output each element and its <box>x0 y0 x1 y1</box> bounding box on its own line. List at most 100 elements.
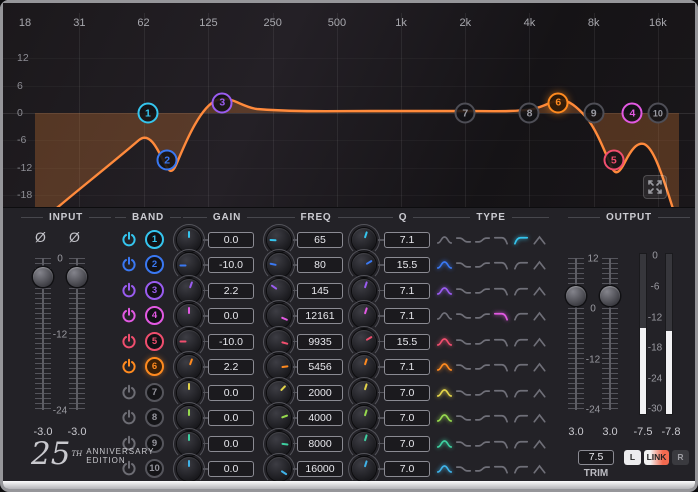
type-low-cut-icon[interactable] <box>513 361 529 373</box>
gain-knob[interactable] <box>173 274 210 307</box>
type-low-cut-icon[interactable] <box>513 259 529 271</box>
band-number-chip[interactable]: 1 <box>145 230 164 249</box>
gain-knob[interactable] <box>173 402 210 435</box>
type-low-cut-icon[interactable] <box>513 310 529 322</box>
type-high-cut-icon[interactable] <box>493 234 509 246</box>
type-notch-icon[interactable] <box>532 336 547 348</box>
type-notch-icon[interactable] <box>532 310 547 322</box>
band-number-chip[interactable]: 2 <box>145 255 164 275</box>
eq-band-handle[interactable]: 1 <box>137 102 159 124</box>
type-low-cut-icon[interactable] <box>513 336 529 348</box>
freq-value[interactable]: 80 <box>297 257 343 274</box>
type-shelf-down-icon[interactable] <box>455 361 472 373</box>
channel-link-button[interactable]: LINK <box>644 450 669 465</box>
type-shelf-down-icon[interactable] <box>455 387 472 399</box>
type-bell-icon[interactable] <box>436 412 453 424</box>
type-shelf-up-icon[interactable] <box>474 310 491 322</box>
type-notch-icon[interactable] <box>532 438 547 450</box>
type-high-cut-icon[interactable] <box>493 361 509 373</box>
freq-value[interactable]: 65 <box>297 232 343 248</box>
band-power-button[interactable] <box>120 256 138 274</box>
q-knob[interactable] <box>348 274 385 307</box>
type-high-cut-icon[interactable] <box>493 463 509 475</box>
type-shelf-down-icon[interactable] <box>455 310 472 322</box>
gain-knob[interactable] <box>173 224 210 256</box>
type-low-cut-icon[interactable] <box>513 285 529 297</box>
q-value[interactable]: 7.1 <box>384 308 430 325</box>
channel-right-button[interactable]: R <box>672 450 689 465</box>
q-knob[interactable] <box>348 249 385 282</box>
type-high-cut-icon[interactable] <box>493 438 509 450</box>
type-notch-icon[interactable] <box>532 234 547 246</box>
freq-value[interactable]: 5456 <box>297 359 343 376</box>
band-power-button[interactable] <box>120 384 138 402</box>
gain-value[interactable]: 2.2 <box>208 359 254 376</box>
type-high-cut-icon[interactable] <box>493 285 509 297</box>
gain-value[interactable]: 0.0 <box>208 308 254 325</box>
band-number-chip[interactable]: 8 <box>145 408 164 428</box>
type-high-cut-icon[interactable] <box>493 412 509 424</box>
output-fader-right[interactable] <box>600 258 620 410</box>
q-knob[interactable] <box>348 402 385 435</box>
freq-knob[interactable] <box>263 402 300 435</box>
q-knob[interactable] <box>348 376 385 409</box>
freq-knob[interactable] <box>263 376 300 409</box>
type-notch-icon[interactable] <box>532 463 547 475</box>
eq-band-handle[interactable]: 7 <box>454 102 476 124</box>
type-high-cut-icon[interactable] <box>493 259 509 271</box>
band-power-button[interactable] <box>120 333 138 351</box>
type-bell-icon[interactable] <box>436 336 453 348</box>
type-bell-icon[interactable] <box>436 259 453 271</box>
eq-curve-display[interactable]: 18 31 62 125 250 500 1k 2k 4k 8k 16k 12 6 0 -6 -12 -18 1… <box>3 3 695 207</box>
gain-value[interactable]: 2.2 <box>208 282 254 299</box>
eq-band-handle[interactable]: 10 <box>647 102 669 124</box>
q-value[interactable]: 15.5 <box>384 333 430 350</box>
q-knob[interactable] <box>348 351 385 384</box>
gain-knob[interactable] <box>173 249 210 282</box>
type-shelf-up-icon[interactable] <box>474 259 491 271</box>
q-knob[interactable] <box>348 427 385 460</box>
type-bell-icon[interactable] <box>436 438 453 450</box>
band-power-button[interactable] <box>120 307 138 325</box>
type-bell-icon[interactable] <box>436 234 453 246</box>
type-notch-icon[interactable] <box>532 361 547 373</box>
band-power-button[interactable] <box>120 409 138 427</box>
type-shelf-up-icon[interactable] <box>474 438 491 450</box>
type-notch-icon[interactable] <box>532 285 547 297</box>
output-fader-right-handle[interactable] <box>600 286 620 306</box>
gain-value[interactable]: 0.0 <box>208 384 254 401</box>
band-number-chip[interactable]: 5 <box>145 331 164 351</box>
eq-band-handle[interactable]: 2 <box>156 149 178 171</box>
type-shelf-down-icon[interactable] <box>455 336 472 348</box>
type-shelf-down-icon[interactable] <box>455 285 472 297</box>
gain-value[interactable]: 0.0 <box>208 461 254 478</box>
type-notch-icon[interactable] <box>532 412 547 424</box>
freq-value[interactable]: 9935 <box>297 333 343 350</box>
output-fader-left[interactable] <box>566 258 586 410</box>
type-shelf-up-icon[interactable] <box>474 336 491 348</box>
type-shelf-down-icon[interactable] <box>455 463 472 475</box>
type-shelf-up-icon[interactable] <box>474 463 491 475</box>
q-value[interactable]: 7.1 <box>384 232 430 248</box>
eq-band-handle[interactable]: 9 <box>583 102 605 124</box>
eq-band-handle[interactable]: 4 <box>621 102 643 124</box>
type-shelf-down-icon[interactable] <box>455 234 472 246</box>
output-fader-left-handle[interactable] <box>566 286 586 306</box>
type-shelf-down-icon[interactable] <box>455 412 472 424</box>
q-knob[interactable] <box>348 453 385 486</box>
band-number-chip[interactable]: 6 <box>145 357 164 377</box>
freq-knob[interactable] <box>263 300 300 333</box>
gain-knob[interactable] <box>173 351 210 384</box>
type-high-cut-icon[interactable] <box>493 387 509 399</box>
gain-knob[interactable] <box>173 300 210 333</box>
type-shelf-down-icon[interactable] <box>455 259 472 271</box>
type-shelf-up-icon[interactable] <box>474 234 491 246</box>
type-shelf-up-icon[interactable] <box>474 361 491 373</box>
q-value[interactable]: 7.1 <box>384 282 430 299</box>
type-shelf-down-icon[interactable] <box>455 438 472 450</box>
band-power-button[interactable] <box>120 231 138 249</box>
channel-left-button[interactable]: L <box>624 450 641 465</box>
eq-band-handle[interactable]: 3 <box>211 92 233 114</box>
type-shelf-up-icon[interactable] <box>474 285 491 297</box>
freq-value[interactable]: 16000 <box>297 461 343 478</box>
